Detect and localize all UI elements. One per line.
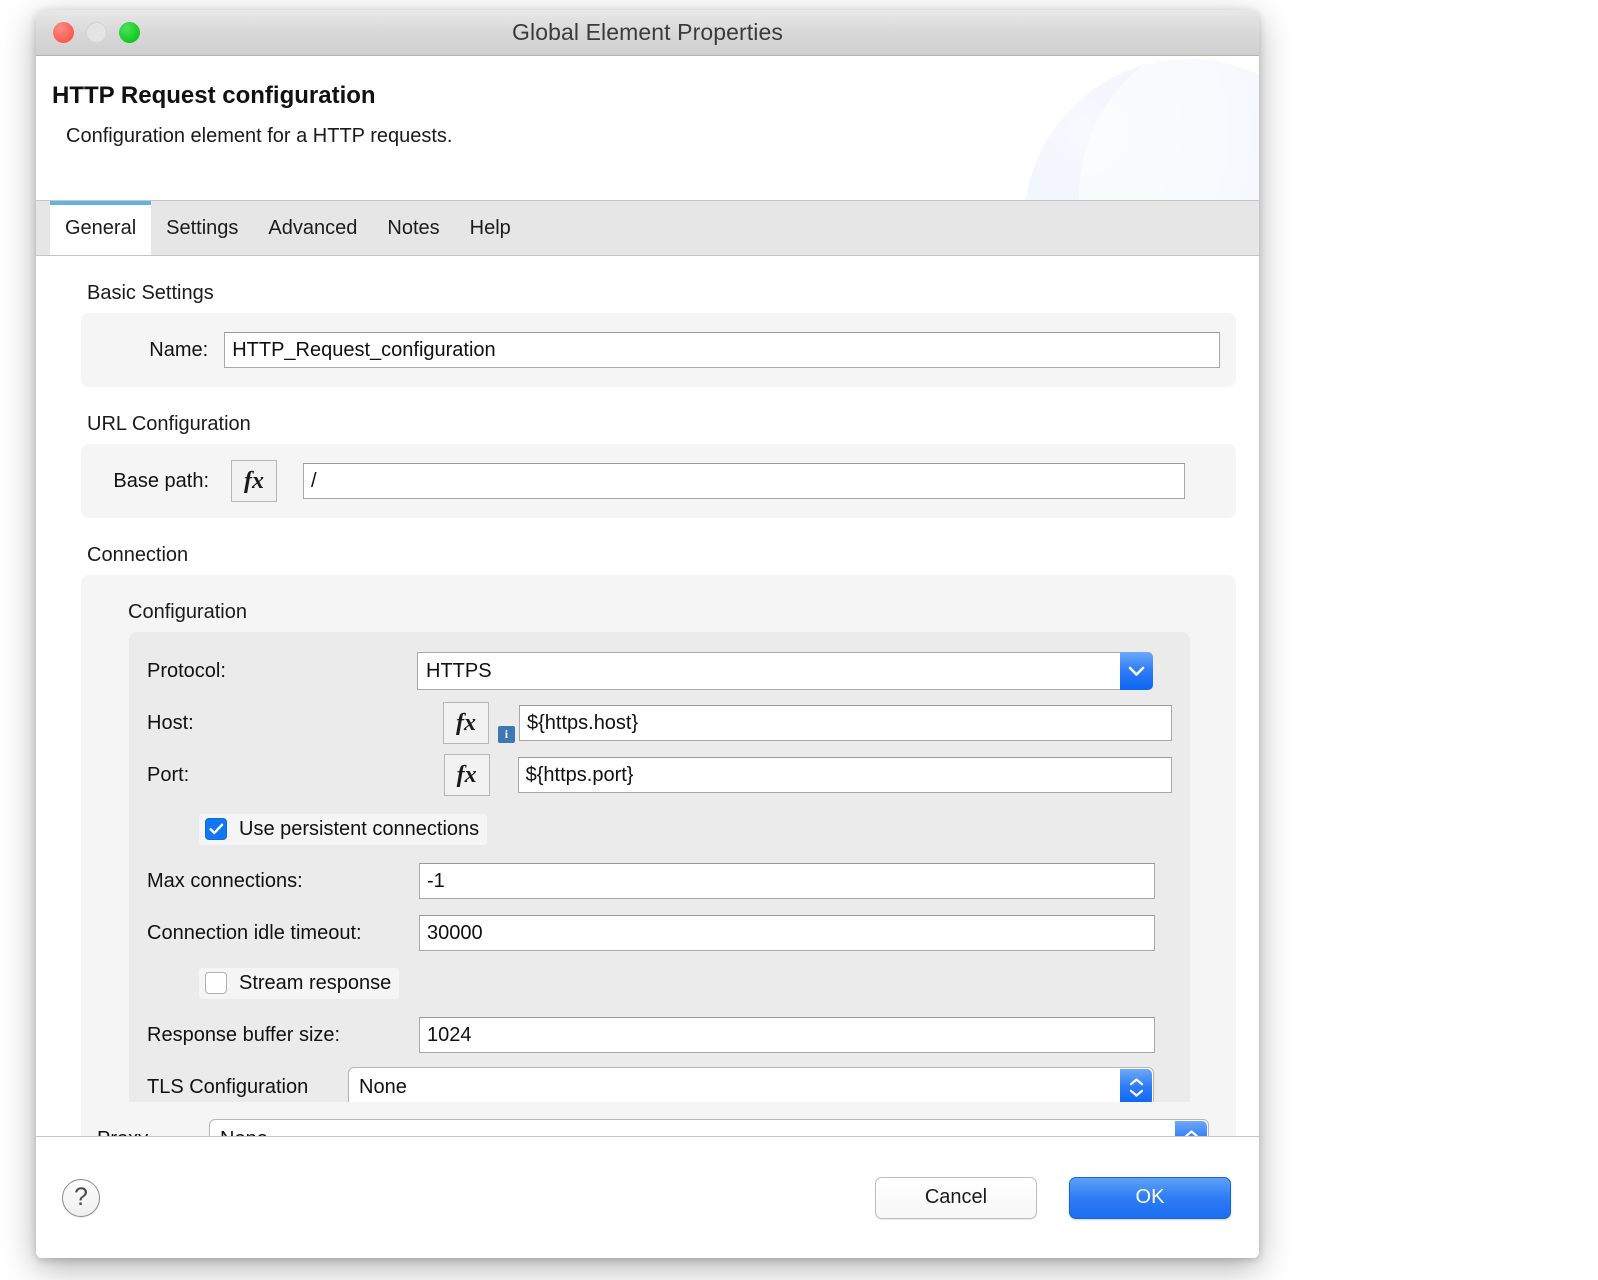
port-label: Port:: [147, 764, 444, 787]
proxy-label: Proxy: [97, 1128, 209, 1137]
tls-configuration-label: TLS Configuration: [147, 1076, 348, 1099]
screenshot-root: Global Element Properties HTTP Request c…: [0, 0, 1598, 1280]
row-connection-idle-timeout: Connection idle timeout: 30000: [147, 910, 1172, 956]
chevron-down-icon[interactable]: [1120, 652, 1153, 690]
row-protocol: Protocol: HTTPS: [147, 648, 1172, 694]
stepper-up-down-icon[interactable]: [1120, 1069, 1152, 1105]
protocol-value: HTTPS: [417, 652, 1120, 690]
section-label-configuration: Configuration: [128, 601, 1220, 624]
close-button[interactable]: [53, 22, 74, 43]
tab-general[interactable]: General: [50, 201, 151, 255]
info-icon[interactable]: i: [498, 726, 515, 743]
host-label: Host:: [147, 712, 443, 735]
tab-advanced[interactable]: Advanced: [253, 201, 372, 255]
tab-settings-label: Settings: [166, 217, 238, 240]
port-expression-button[interactable]: fx: [444, 754, 490, 796]
connection-idle-timeout-input[interactable]: 30000: [419, 915, 1155, 951]
page-subtitle: Configuration element for a HTTP request…: [66, 125, 1259, 148]
proxy-value: None: [210, 1120, 1175, 1136]
tab-notes[interactable]: Notes: [372, 201, 454, 255]
tab-advanced-label: Advanced: [268, 217, 357, 240]
section-label-basic-settings: Basic Settings: [87, 282, 1241, 305]
use-persistent-connections-label: Use persistent connections: [239, 818, 479, 841]
zoom-button[interactable]: [119, 22, 140, 43]
window-title: Global Element Properties: [36, 19, 1259, 46]
stream-response-checkbox-row[interactable]: Stream response: [199, 968, 399, 999]
response-buffer-size-input[interactable]: 1024: [419, 1017, 1155, 1053]
tab-bar: General Settings Advanced Notes Help: [36, 201, 1259, 256]
tab-general-label: General: [65, 217, 136, 240]
panel-proxy-clipped: Proxy None: [54, 1102, 1241, 1136]
row-max-connections: Max connections: -1: [147, 858, 1172, 904]
panel-basic-settings: Name: HTTP_Request_configuration: [81, 313, 1236, 387]
name-label: Name:: [97, 339, 208, 362]
host-expression-button[interactable]: fx: [443, 702, 489, 744]
port-input[interactable]: ${https.port}: [518, 757, 1172, 793]
ok-button[interactable]: OK: [1069, 1177, 1231, 1219]
checkbox-checked-icon[interactable]: [205, 818, 227, 840]
tls-configuration-value: None: [349, 1068, 1120, 1106]
panel-connection: Configuration Protocol: HTTPS: [81, 575, 1236, 1136]
protocol-label: Protocol:: [147, 660, 417, 683]
cancel-button[interactable]: Cancel: [875, 1177, 1037, 1219]
base-path-input[interactable]: /: [303, 463, 1185, 499]
tab-settings[interactable]: Settings: [151, 201, 253, 255]
row-port: Port: fx ${https.port}: [147, 752, 1172, 798]
tab-help[interactable]: Help: [455, 201, 526, 255]
help-icon[interactable]: ?: [62, 1179, 100, 1217]
checkbox-unchecked-icon[interactable]: [205, 972, 227, 994]
name-input[interactable]: HTTP_Request_configuration: [224, 332, 1220, 368]
connection-idle-timeout-label: Connection idle timeout:: [147, 922, 419, 945]
base-path-label: Base path:: [97, 470, 209, 493]
row-stream-response: Stream response: [147, 960, 1172, 1006]
section-label-connection: Connection: [87, 544, 1241, 567]
dialog-window: Global Element Properties HTTP Request c…: [36, 10, 1259, 1258]
tls-configuration-select[interactable]: None: [348, 1067, 1154, 1107]
proxy-select[interactable]: None: [209, 1119, 1209, 1136]
use-persistent-connections-checkbox-row[interactable]: Use persistent connections: [199, 814, 487, 845]
row-base-path: Base path: fx /: [97, 458, 1220, 504]
minimize-button[interactable]: [86, 22, 107, 43]
row-name: Name: HTTP_Request_configuration: [97, 327, 1220, 373]
tab-help-label: Help: [470, 217, 511, 240]
dialog-footer: ? Cancel OK: [36, 1136, 1259, 1258]
dialog-header: HTTP Request configuration Configuration…: [36, 56, 1259, 201]
row-proxy: Proxy None: [97, 1116, 1220, 1136]
page-title: HTTP Request configuration: [52, 82, 1259, 110]
host-input[interactable]: ${https.host}: [519, 705, 1172, 741]
row-use-persistent-connections: Use persistent connections: [147, 806, 1172, 852]
panel-proxy: Proxy None: [81, 1102, 1236, 1136]
window-titlebar: Global Element Properties: [36, 10, 1259, 56]
section-label-url-configuration: URL Configuration: [87, 413, 1241, 436]
base-path-expression-button[interactable]: fx: [231, 460, 277, 502]
row-host: Host: fx i ${https.host}: [147, 700, 1172, 746]
response-buffer-size-label: Response buffer size:: [147, 1024, 419, 1047]
tab-panel-general: Basic Settings Name: HTTP_Request_config…: [36, 256, 1259, 1136]
row-response-buffer-size: Response buffer size: 1024: [147, 1012, 1172, 1058]
max-connections-input[interactable]: -1: [419, 863, 1155, 899]
stream-response-label: Stream response: [239, 972, 391, 995]
protocol-select[interactable]: HTTPS: [417, 652, 1153, 690]
traffic-light-group: [53, 22, 140, 43]
proxy-stepper-icon[interactable]: [1175, 1121, 1207, 1136]
panel-url-configuration: Base path: fx /: [81, 444, 1236, 518]
tab-notes-label: Notes: [387, 217, 439, 240]
panel-configuration: Protocol: HTTPS Host: fx i ${ht: [129, 632, 1190, 1130]
max-connections-label: Max connections:: [147, 870, 419, 893]
